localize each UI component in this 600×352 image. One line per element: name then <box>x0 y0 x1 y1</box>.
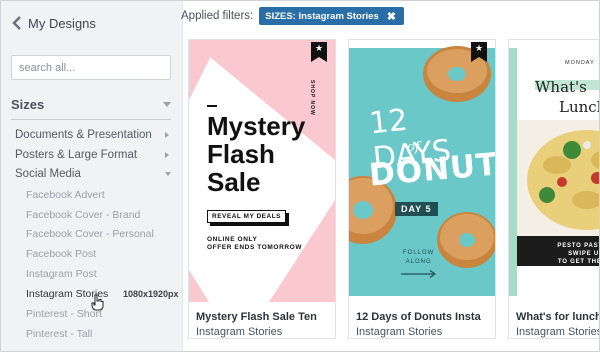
back-label: My Designs <box>28 15 96 31</box>
chevron-left-icon <box>12 16 21 30</box>
thumb-headline-2: Lunch <box>559 98 599 116</box>
pasta-salad-image <box>517 120 599 238</box>
thumb-follow-along: FOLLOW ALONG <box>403 250 435 265</box>
category-posters-large-format[interactable]: Posters & Large Format <box>15 149 171 161</box>
sizes-section-header[interactable]: Sizes <box>11 97 171 112</box>
back-to-my-designs[interactable]: My Designs <box>12 15 96 31</box>
arrow-right-icon <box>401 270 437 278</box>
card-title: Mystery Flash Sale Ten <box>196 311 317 323</box>
thumb-small-text: OFFER ENDS TOMORROW <box>207 244 303 251</box>
design-thumbnail: ★ SHOP NOW Mystery Flash Sale REVEAL MY … <box>189 40 335 302</box>
sidebar: My Designs Sizes Documents & Presentatio… <box>1 1 183 351</box>
thumb-headline: Mystery Flash Sale <box>207 111 306 197</box>
caret-down-icon <box>165 172 171 176</box>
size-facebook-post[interactable]: Facebook Post <box>26 248 96 260</box>
caret-down-icon <box>163 102 171 107</box>
design-card[interactable]: MONDAY What's Lunch PESTO PASTA S <box>508 39 600 339</box>
card-title: 12 Days of Donuts Insta <box>356 311 481 323</box>
applied-filters-bar: Applied filters: SIZES: Instagram Storie… <box>181 7 404 25</box>
filter-chip-sizes[interactable]: SIZES: Instagram Stories ✖ <box>259 7 404 25</box>
hand-pointer-icon <box>91 294 104 311</box>
caret-right-icon <box>165 152 169 158</box>
category-label: Documents & Presentation <box>15 129 152 141</box>
divider <box>11 119 171 120</box>
size-pinterest-tall[interactable]: Pinterest - Tall <box>26 328 92 340</box>
design-card[interactable]: ★ SHOP NOW Mystery Flash Sale REVEAL MY … <box>188 39 336 339</box>
design-card[interactable]: ★ 12 DAYS of DONUT DAY 5 FOLLOW ALONG 12… <box>348 39 496 339</box>
category-label: Posters & Large Format <box>15 149 138 161</box>
thumb-small-text: ONLINE ONLY <box>207 236 258 243</box>
thumb-day-badge: DAY 5 <box>395 202 438 216</box>
card-subtitle: Instagram Stories <box>356 326 443 338</box>
app-frame: My Designs Sizes Documents & Presentatio… <box>0 0 600 352</box>
vertical-text: SHOP NOW <box>309 80 315 116</box>
thumb-day-label: MONDAY <box>565 60 595 66</box>
card-title: What's for lunch - <box>516 311 600 323</box>
close-icon[interactable]: ✖ <box>387 10 396 23</box>
size-facebook-cover-brand[interactable]: Facebook Cover - Brand <box>26 209 140 221</box>
applied-filters-label: Applied filters: <box>181 10 254 22</box>
size-dimensions: 1080x1920px <box>123 289 179 299</box>
size-facebook-advert[interactable]: Facebook Advert <box>26 189 105 201</box>
caret-right-icon <box>165 132 169 138</box>
category-social-media[interactable]: Social Media <box>15 168 171 180</box>
dash <box>207 105 217 107</box>
card-subtitle: Instagram Stories <box>196 326 283 338</box>
design-thumbnail: ★ 12 DAYS of DONUT DAY 5 FOLLOW ALONG <box>349 40 495 302</box>
thumb-banner: PESTO PASTA S SWIPE UP TO GET THE RE <box>517 236 599 266</box>
thumb-headline: What's <box>535 78 587 96</box>
filter-chip-label: SIZES: Instagram Stories <box>265 10 379 22</box>
sizes-heading: Sizes <box>11 97 45 112</box>
size-facebook-cover-personal[interactable]: Facebook Cover - Personal <box>26 228 154 240</box>
category-label: Social Media <box>15 168 81 180</box>
design-thumbnail: MONDAY What's Lunch PESTO PASTA S <box>509 40 599 302</box>
size-instagram-post[interactable]: Instagram Post <box>26 268 97 280</box>
thumb-button: REVEAL MY DEALS <box>207 210 287 223</box>
category-documents-presentation[interactable]: Documents & Presentation <box>15 129 171 141</box>
card-subtitle: Instagram Stories <box>516 326 600 338</box>
search-input[interactable] <box>11 55 171 80</box>
